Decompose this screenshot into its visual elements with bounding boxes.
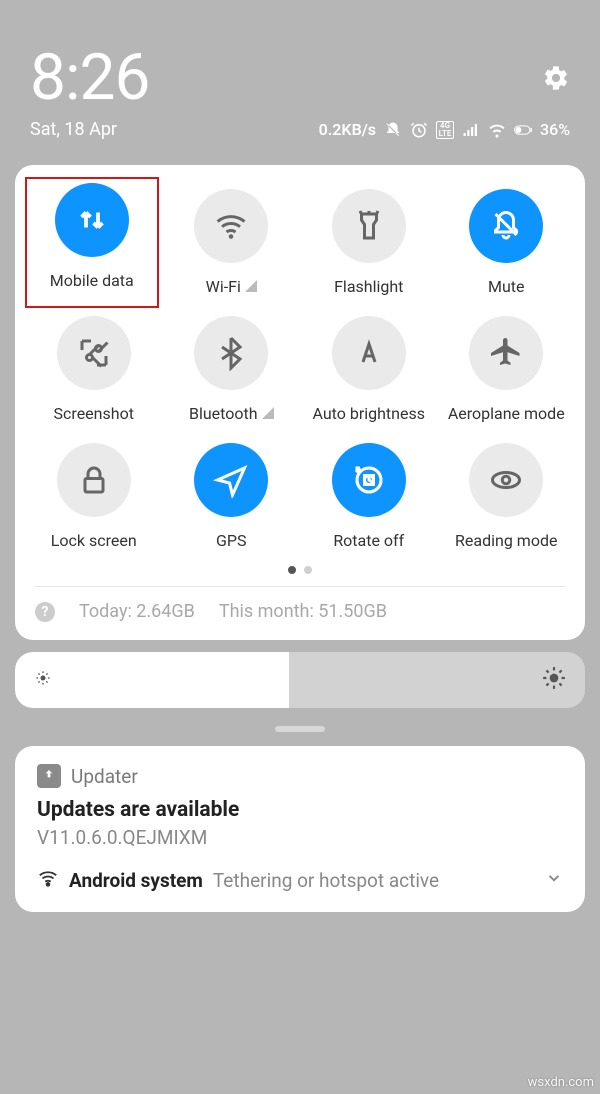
qs-tile-rotate-off[interactable]: Rotate off xyxy=(302,437,436,556)
gear-icon xyxy=(542,64,570,92)
chevron-down-icon xyxy=(545,869,563,892)
notif-system-app: Android system xyxy=(69,869,203,892)
qs-label: Rotate off xyxy=(333,531,404,550)
wifi-icon xyxy=(194,189,268,263)
battery-percent: 36% xyxy=(540,120,570,139)
status-date: Sat, 18 Apr xyxy=(30,119,117,140)
brightness-low-icon xyxy=(33,668,53,692)
tethering-icon xyxy=(37,867,59,894)
notif-title: Updates are available xyxy=(37,798,563,822)
expand-triangle-icon xyxy=(245,277,257,296)
qs-label: Mobile data xyxy=(50,271,134,290)
drag-handle[interactable] xyxy=(275,726,325,732)
brightness-slider[interactable] xyxy=(15,652,585,708)
qs-tile-auto-brightness[interactable]: Auto brightness xyxy=(302,310,436,429)
qs-pager[interactable] xyxy=(27,566,573,574)
auto-brightness-icon xyxy=(332,316,406,390)
quick-settings-grid: Mobile data Wi-Fi Flashlight Mute Screenshot… xyxy=(27,183,573,556)
mobile-data-icon xyxy=(55,183,129,257)
notif-app-name: Updater xyxy=(71,765,138,788)
network-speed: 0.2KB/s xyxy=(319,120,376,139)
settings-button[interactable] xyxy=(542,64,570,92)
battery-icon xyxy=(514,121,532,139)
status-area: 8:26 Sat, 18 Apr 0.2KB/s 4G LTE 36% xyxy=(0,0,600,150)
pager-dot-active xyxy=(288,566,296,574)
flashlight-icon xyxy=(332,189,406,263)
qs-label: Screenshot xyxy=(54,404,134,423)
qs-label: Mute xyxy=(488,277,525,296)
data-month: This month: 51.50GB xyxy=(219,601,387,622)
updater-app-icon xyxy=(37,764,61,788)
signal-icon xyxy=(462,121,480,139)
volte-icon: 4G LTE xyxy=(436,121,454,139)
mute-icon xyxy=(469,189,543,263)
airplane-icon xyxy=(469,316,543,390)
qs-tile-gps[interactable]: GPS xyxy=(165,437,299,556)
brightness-fill xyxy=(15,652,289,708)
wifi-status-icon xyxy=(488,121,506,139)
qs-label: Reading mode xyxy=(455,531,557,550)
qs-label: Flashlight xyxy=(334,277,403,296)
alarm-icon xyxy=(410,121,428,139)
lock-icon xyxy=(57,443,131,517)
expand-triangle-icon xyxy=(262,404,274,423)
clock-time: 8:26 xyxy=(30,40,149,115)
info-icon: ? xyxy=(35,602,55,622)
qs-label: GPS xyxy=(216,531,247,550)
data-usage-row[interactable]: ? Today: 2.64GB This month: 51.50GB xyxy=(27,587,573,622)
brightness-high-icon xyxy=(541,665,567,695)
notification-row-tethering[interactable]: Android system Tethering or hotspot acti… xyxy=(37,867,563,894)
qs-tile-reading-mode[interactable]: Reading mode xyxy=(440,437,574,556)
qs-tile-wi-fi[interactable]: Wi-Fi xyxy=(165,183,299,302)
notification-card-updater[interactable]: Updater Updates are available V11.0.6.0.… xyxy=(15,746,585,912)
qs-tile-lock-screen[interactable]: Lock screen xyxy=(27,437,161,556)
gps-icon xyxy=(194,443,268,517)
qs-tile-aeroplane-mode[interactable]: Aeroplane mode xyxy=(440,310,574,429)
qs-label: Aeroplane mode xyxy=(448,404,565,423)
qs-label: Auto brightness xyxy=(312,404,425,423)
pager-dot xyxy=(304,566,312,574)
quick-settings-panel: Mobile data Wi-Fi Flashlight Mute Screenshot… xyxy=(15,165,585,640)
silent-icon xyxy=(384,121,402,139)
data-today: Today: 2.64GB xyxy=(79,601,195,622)
watermark: wsxdn.com xyxy=(528,1075,594,1090)
bluetooth-icon xyxy=(194,316,268,390)
qs-label: Lock screen xyxy=(51,531,137,550)
notif-system-text: Tethering or hotspot active xyxy=(213,869,439,892)
qs-tile-mute[interactable]: Mute xyxy=(440,183,574,302)
status-icons: 0.2KB/s 4G LTE 36% xyxy=(319,120,570,139)
qs-label: Wi-Fi xyxy=(206,277,257,296)
qs-tile-screenshot[interactable]: Screenshot xyxy=(27,310,161,429)
reading-icon xyxy=(469,443,543,517)
rotate-icon xyxy=(332,443,406,517)
qs-tile-mobile-data[interactable]: Mobile data xyxy=(25,177,159,308)
notif-body: V11.0.6.0.QEJMIXM xyxy=(37,826,563,849)
screenshot-icon xyxy=(57,316,131,390)
qs-label: Bluetooth xyxy=(189,404,274,423)
qs-tile-bluetooth[interactable]: Bluetooth xyxy=(165,310,299,429)
qs-tile-flashlight[interactable]: Flashlight xyxy=(302,183,436,302)
